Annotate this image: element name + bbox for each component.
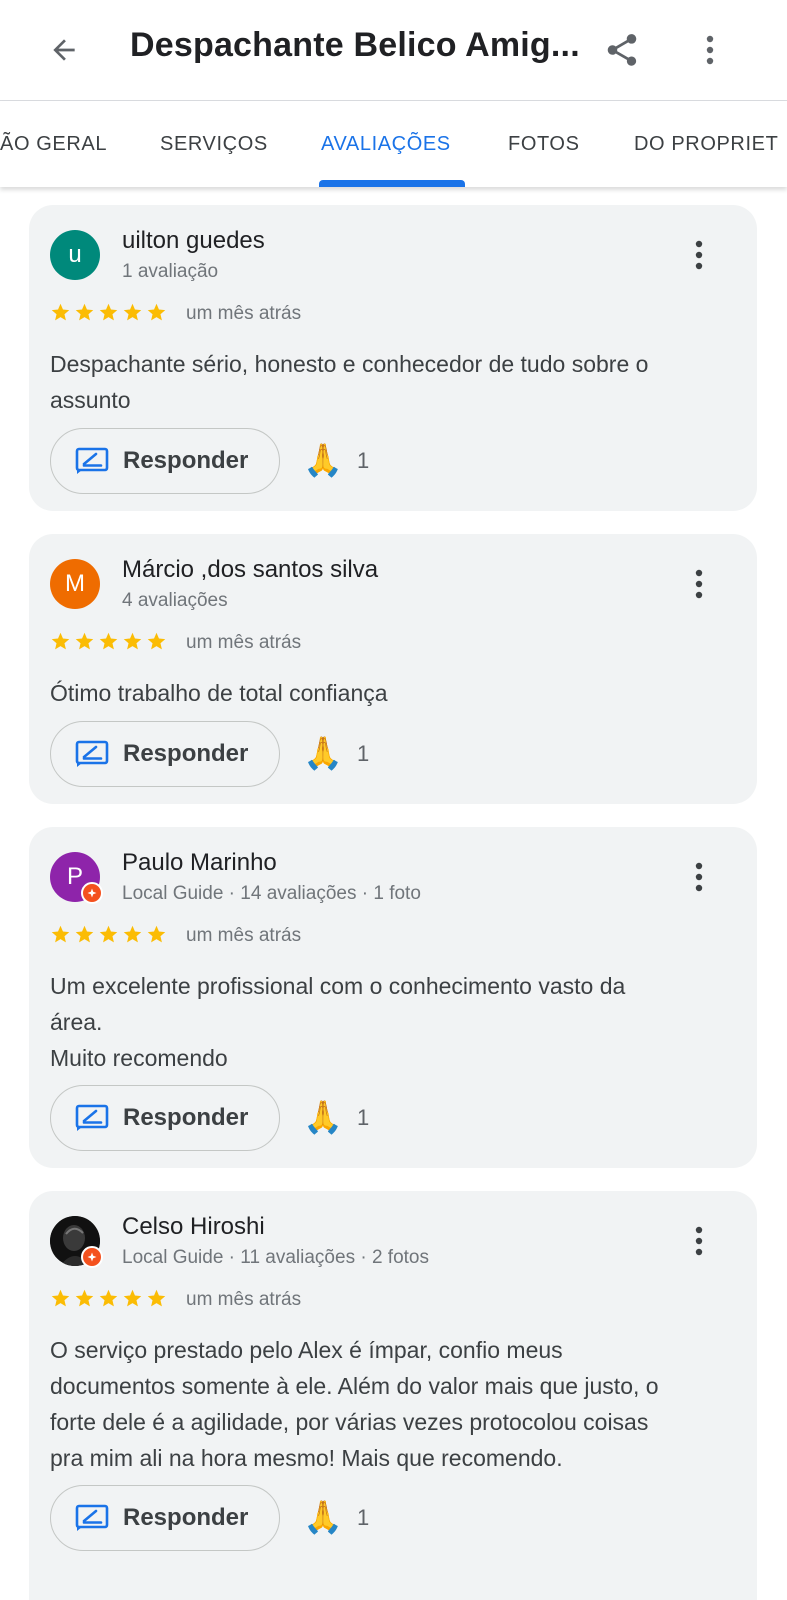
- reviewer-name[interactable]: Paulo Marinho: [122, 849, 277, 877]
- review-text: Ótimo trabalho de total confiança: [50, 680, 388, 706]
- review-text: O serviço prestado pelo Alex é ímpar, co…: [50, 1337, 659, 1471]
- reaction-count: 1: [357, 741, 370, 766]
- tab-overview[interactable]: ÃO GERAL: [0, 133, 107, 156]
- review-card: P Paulo Marinho Local Guide · 14 avaliaç…: [29, 827, 757, 1168]
- star-rating: [50, 631, 167, 655]
- star-icon: [75, 303, 94, 321]
- review-more-icon[interactable]: [681, 857, 717, 897]
- review-more-icon[interactable]: [681, 1221, 717, 1261]
- local-guide-badge-icon: [81, 882, 103, 904]
- thanks-reaction-icon[interactable]: 🙏: [301, 438, 345, 482]
- star-icon: [123, 632, 142, 650]
- star-icon: [99, 1289, 118, 1307]
- review-text: Um excelente profissional com o conhecim…: [50, 973, 626, 1071]
- star-icon: [51, 1289, 70, 1307]
- star-icon: [99, 925, 118, 943]
- reply-icon: [75, 1103, 109, 1133]
- star-icon: [123, 303, 142, 321]
- thanks-reaction-icon[interactable]: 🙏: [301, 1495, 345, 1539]
- star-rating: [50, 302, 167, 326]
- reply-button-label: Responder: [123, 447, 249, 474]
- star-icon: [123, 1289, 142, 1307]
- reply-button-label: Responder: [123, 1504, 249, 1531]
- thanks-reaction-icon[interactable]: 🙏: [301, 1095, 345, 1139]
- reply-button-label: Responder: [123, 1104, 249, 1131]
- star-icon: [75, 632, 94, 650]
- review-time: um mês atrás: [186, 925, 302, 946]
- star-icon: [51, 925, 70, 943]
- reviewer-meta: Local Guide · 11 avaliações · 2 fotos: [122, 1247, 429, 1268]
- page-title: Despachante Belico Amig...: [130, 26, 580, 64]
- tab-from-owner[interactable]: DO PROPRIET: [634, 133, 778, 156]
- top-app-bar: Despachante Belico Amig...: [0, 0, 787, 101]
- review-text: Despachante sério, honesto e conhecedor …: [50, 351, 649, 413]
- tab-bar: ÃO GERAL SERVIÇOS AVALIAÇÕES FOTOS DO PR…: [0, 101, 787, 187]
- tab-services[interactable]: SERVIÇOS: [160, 133, 268, 156]
- star-icon: [99, 632, 118, 650]
- avatar[interactable]: M: [50, 559, 100, 609]
- more-vert-icon[interactable]: [690, 30, 730, 70]
- share-icon[interactable]: [600, 28, 644, 72]
- reply-button[interactable]: Responder: [50, 428, 280, 494]
- reaction-count: 1: [357, 1105, 370, 1130]
- reply-button[interactable]: Responder: [50, 1085, 280, 1151]
- reply-icon: [75, 1503, 109, 1533]
- star-rating: [50, 924, 167, 948]
- star-icon: [147, 303, 166, 321]
- star-icon: [51, 632, 70, 650]
- star-icon: [147, 632, 166, 650]
- reply-icon: [75, 446, 109, 476]
- local-guide-badge-icon: [81, 1246, 103, 1268]
- thanks-reaction-icon[interactable]: 🙏: [301, 731, 345, 775]
- reviewer-meta: 4 avaliações: [122, 590, 228, 611]
- tab-reviews[interactable]: AVALIAÇÕES: [321, 133, 451, 156]
- review-card: Celso Hiroshi Local Guide · 11 avaliaçõe…: [29, 1191, 757, 1600]
- reply-button-label: Responder: [123, 740, 249, 767]
- avatar[interactable]: u: [50, 230, 100, 280]
- reply-button[interactable]: Responder: [50, 1485, 280, 1551]
- review-card: M Márcio ,dos santos silva 4 avaliações …: [29, 534, 757, 804]
- review-time: um mês atrás: [186, 303, 302, 324]
- active-tab-indicator: [319, 180, 465, 187]
- reviewer-meta: Local Guide · 14 avaliações · 1 foto: [122, 883, 421, 904]
- reviewer-meta: 1 avaliação: [122, 261, 219, 282]
- star-icon: [147, 1289, 166, 1307]
- review-card: u uilton guedes 1 avaliação um mês atrás…: [29, 205, 757, 511]
- tab-photos[interactable]: FOTOS: [508, 133, 580, 156]
- reviewer-name[interactable]: Márcio ,dos santos silva: [122, 556, 378, 584]
- reviewer-name[interactable]: Celso Hiroshi: [122, 1213, 265, 1241]
- review-more-icon[interactable]: [681, 564, 717, 604]
- reaction-count: 1: [357, 448, 370, 473]
- review-more-icon[interactable]: [681, 235, 717, 275]
- review-time: um mês atrás: [186, 1289, 302, 1310]
- reply-icon: [75, 739, 109, 769]
- back-arrow-icon[interactable]: [44, 30, 84, 70]
- star-icon: [75, 1289, 94, 1307]
- star-icon: [99, 303, 118, 321]
- reaction-count: 1: [357, 1505, 370, 1530]
- reply-button[interactable]: Responder: [50, 721, 280, 787]
- star-icon: [51, 303, 70, 321]
- star-icon: [75, 925, 94, 943]
- reviewer-name[interactable]: uilton guedes: [122, 227, 265, 255]
- star-icon: [123, 925, 142, 943]
- star-icon: [147, 925, 166, 943]
- review-time: um mês atrás: [186, 632, 302, 653]
- star-rating: [50, 1288, 167, 1312]
